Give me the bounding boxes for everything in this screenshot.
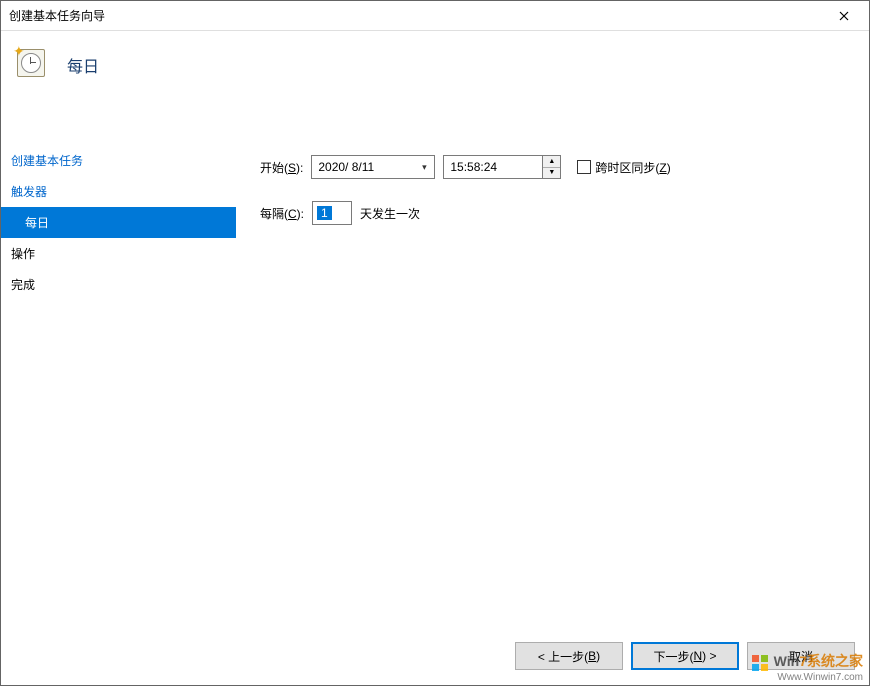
interval-unit-label: 天发生一次 — [360, 205, 420, 222]
wizard-window: 创建基本任务向导 ✦ 每日 创建基本任务 触发器 每日 — [0, 0, 870, 686]
start-time-value: 15:58:24 — [443, 155, 543, 179]
sidebar-item-label: 每日 — [25, 216, 49, 230]
sync-timezone-checkbox[interactable]: 跨时区同步(Z) — [577, 159, 670, 176]
wizard-content: 开始(S): 2020/ 8/11 ▾ 15:58:24 ▲ ▼ — [236, 141, 869, 627]
close-icon — [839, 8, 849, 24]
wizard-sidebar: 创建基本任务 触发器 每日 操作 完成 — [1, 141, 236, 627]
spinner-up-button[interactable]: ▲ — [543, 156, 560, 168]
spinner-down-button[interactable]: ▼ — [543, 168, 560, 179]
start-row: 开始(S): 2020/ 8/11 ▾ 15:58:24 ▲ ▼ — [260, 155, 849, 179]
back-button[interactable]: < 上一步(B) — [515, 642, 623, 670]
sidebar-item-label: 操作 — [11, 247, 35, 261]
clock-icon: ✦ — [15, 45, 49, 79]
sidebar-item-label: 完成 — [11, 278, 35, 292]
cancel-button[interactable]: 取消 — [747, 642, 855, 670]
sidebar-item-daily[interactable]: 每日 — [1, 207, 236, 238]
time-spinner: ▲ ▼ — [543, 155, 561, 179]
interval-input[interactable]: 1 — [312, 201, 352, 225]
start-date-value: 2020/ 8/11 — [318, 160, 416, 174]
watermark-url: Www.Winwin7.com — [751, 672, 863, 683]
sidebar-item-create-basic-task[interactable]: 创建基本任务 — [1, 145, 236, 176]
start-label: 开始(S): — [260, 159, 303, 176]
titlebar: 创建基本任务向导 — [1, 1, 869, 31]
close-button[interactable] — [821, 1, 867, 31]
interval-value: 1 — [317, 206, 332, 220]
chevron-down-icon[interactable]: ▾ — [416, 156, 432, 178]
window-title: 创建基本任务向导 — [9, 7, 821, 24]
checkbox-box — [577, 160, 591, 174]
sidebar-item-label: 创建基本任务 — [11, 154, 83, 168]
wizard-footer: < 上一步(B) 下一步(N) > 取消 Win7系统之家 Www.Win — [1, 627, 869, 685]
start-date-input[interactable]: 2020/ 8/11 ▾ — [311, 155, 435, 179]
wizard-body: 创建基本任务 触发器 每日 操作 完成 开始(S): 2020 — [1, 141, 869, 627]
page-title: 每日 — [67, 53, 99, 77]
sidebar-item-label: 触发器 — [11, 185, 47, 199]
interval-label: 每隔(C): — [260, 205, 304, 222]
sidebar-item-action[interactable]: 操作 — [1, 238, 236, 269]
wizard-header: ✦ 每日 — [1, 31, 869, 141]
sidebar-item-finish[interactable]: 完成 — [1, 269, 236, 300]
next-button[interactable]: 下一步(N) > — [631, 642, 739, 670]
interval-row: 每隔(C): 1 天发生一次 — [260, 201, 849, 225]
sidebar-item-trigger[interactable]: 触发器 — [1, 176, 236, 207]
checkbox-label: 跨时区同步(Z) — [595, 159, 670, 176]
start-time-input[interactable]: 15:58:24 ▲ ▼ — [443, 155, 561, 179]
